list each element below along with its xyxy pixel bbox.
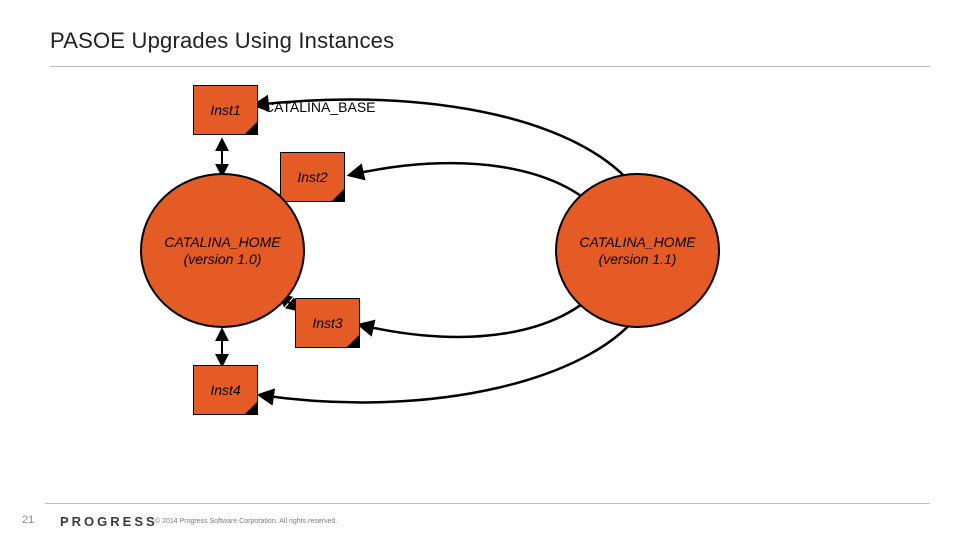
catalina-home-left-line2: (version 1.0): [184, 251, 262, 268]
catalina-home-left: CATALINA_HOME (version 1.0): [140, 173, 305, 328]
title-divider: [50, 66, 930, 67]
footer-divider: [45, 503, 930, 504]
catalina-base-label: CATALINA_BASE: [264, 100, 384, 115]
catalina-home-right: CATALINA_HOME (version 1.1): [555, 173, 720, 328]
instance-note-inst1: Inst1: [193, 85, 258, 135]
copyright: © 2014 Progress Software Corporation. Al…: [155, 518, 337, 525]
instance-label: Inst4: [210, 382, 240, 398]
catalina-home-left-line1: CATALINA_HOME: [164, 234, 280, 251]
catalina-home-right-line2: (version 1.1): [599, 251, 677, 268]
instance-note-inst3: Inst3: [295, 298, 360, 348]
instance-note-inst4: Inst4: [193, 365, 258, 415]
instance-label: Inst1: [210, 102, 240, 118]
slide: PASOE Upgrades Using Instances Inst1: [0, 0, 960, 540]
instance-label: Inst3: [312, 315, 342, 331]
instance-note-inst2: Inst2: [280, 152, 345, 202]
page-number: 21: [22, 514, 34, 526]
brand-logo: PROGRESS: [60, 514, 158, 529]
catalina-home-right-line1: CATALINA_HOME: [579, 234, 695, 251]
instance-label: Inst2: [297, 169, 327, 185]
page-title: PASOE Upgrades Using Instances: [50, 28, 394, 54]
